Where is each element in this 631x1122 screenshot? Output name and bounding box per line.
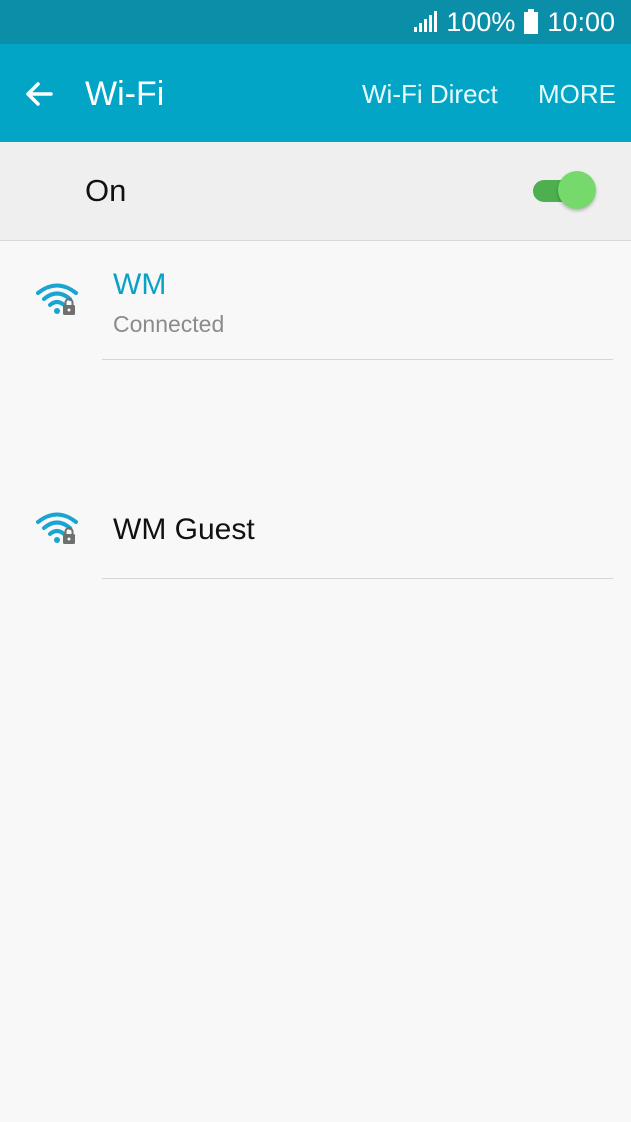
- app-bar: Wi-Fi Wi-Fi Direct MORE: [0, 44, 631, 142]
- network-status: Connected: [113, 311, 225, 337]
- back-arrow-icon: [20, 82, 62, 119]
- battery-icon: [523, 9, 539, 35]
- network-row-wm-guest[interactable]: WM Guest: [0, 360, 631, 579]
- wifi-toggle-row[interactable]: On: [0, 142, 631, 241]
- status-bar: 100% 10:00: [0, 0, 631, 44]
- divider: [102, 578, 613, 579]
- page-title: Wi-Fi: [85, 75, 165, 113]
- network-name: WM Guest: [113, 513, 255, 546]
- more-button[interactable]: MORE: [538, 79, 616, 109]
- battery-percentage: 100%: [446, 6, 516, 37]
- wifi-direct-button[interactable]: Wi-Fi Direct: [362, 79, 498, 109]
- wifi-locked-icon: [34, 509, 80, 547]
- network-row-wm[interactable]: WM Connected: [0, 241, 631, 360]
- network-name: WM: [113, 268, 167, 301]
- wifi-toggle-switch[interactable]: [530, 169, 602, 213]
- network-list: WM Connected WM Guest: [0, 241, 631, 579]
- status-indicators: 100% 10:00: [413, 0, 615, 44]
- back-button[interactable]: [20, 73, 62, 115]
- signal-icon: [413, 11, 438, 33]
- status-time: 10:00: [547, 6, 615, 37]
- wifi-locked-icon: [34, 280, 80, 318]
- wifi-toggle-label: On: [85, 173, 127, 208]
- toggle-thumb: [558, 171, 596, 209]
